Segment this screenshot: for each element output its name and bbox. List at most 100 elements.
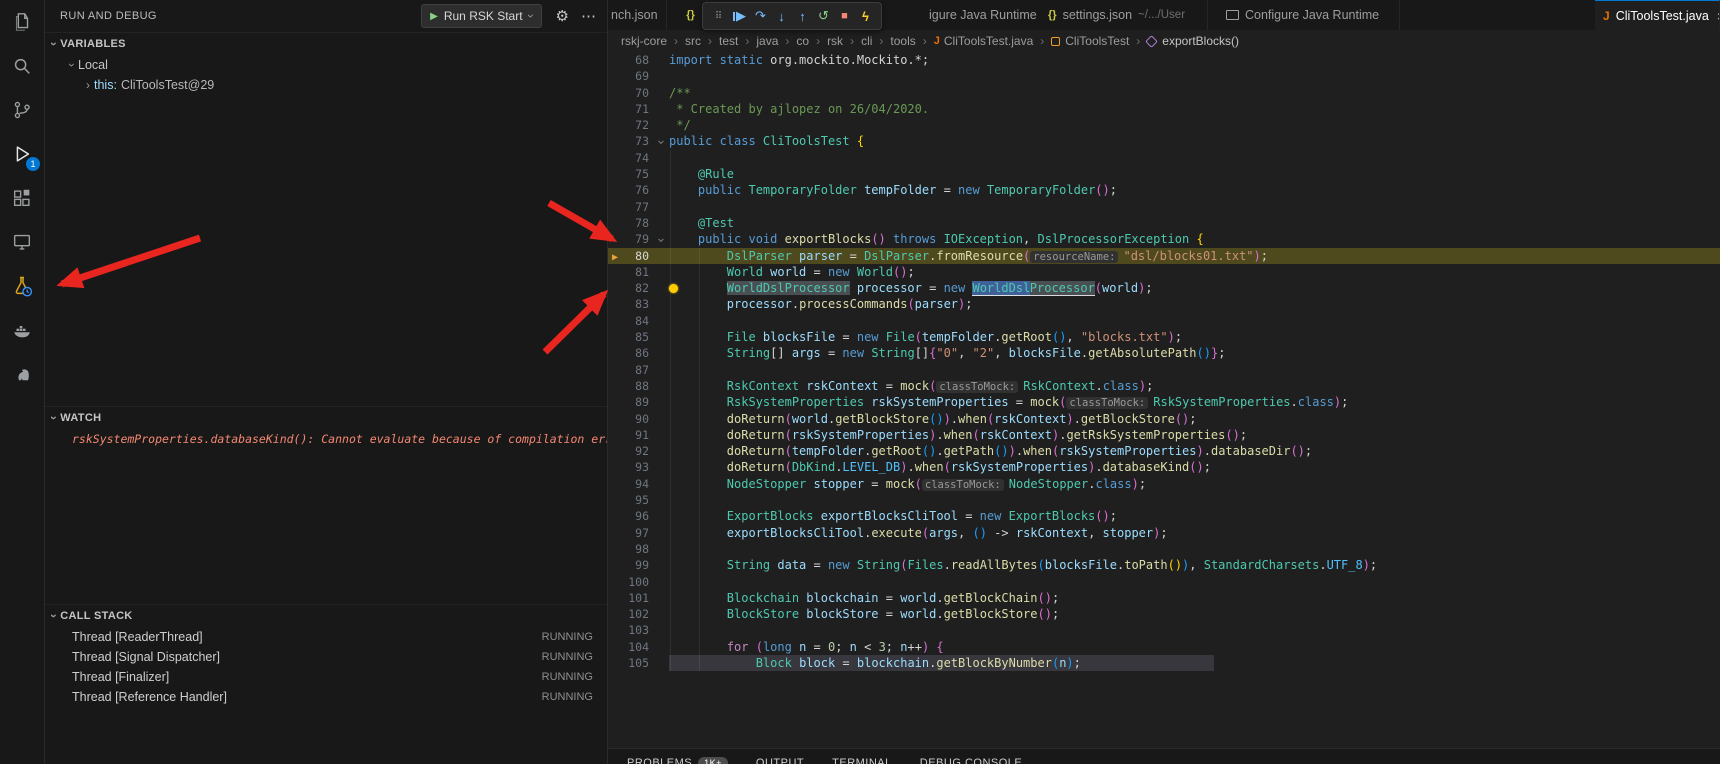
call-stack-header[interactable]: › CALL STACK [44, 604, 607, 627]
code-line[interactable]: 92 doReturn(tempFolder.getRoot().getPath… [607, 443, 1720, 459]
code-line[interactable]: 84 [607, 313, 1720, 329]
breadcrumb-item[interactable]: java [756, 34, 778, 48]
code-line[interactable]: 85 File blocksFile = new File(tempFolder… [607, 329, 1720, 345]
code-line[interactable]: 100 [607, 574, 1720, 590]
fold-icon[interactable]: › [652, 237, 668, 245]
code-editor[interactable]: 68import static org.mockito.Mockito.*;69… [607, 52, 1720, 748]
code-line[interactable]: 91 doReturn(rskSystemProperties).when(rs… [607, 427, 1720, 443]
code-line[interactable]: 101 Blockchain blockchain = world.getBlo… [607, 590, 1720, 606]
step-into-icon[interactable]: ↓ [771, 9, 792, 24]
call-stack-thread-row[interactable]: Thread [Signal Dispatcher]RUNNING [44, 647, 607, 667]
line-number[interactable]: 95 [623, 492, 651, 508]
more-actions-icon[interactable]: ⋯ [581, 7, 597, 25]
code-line[interactable]: 97 exportBlocksCliTool.execute(args, () … [607, 525, 1720, 541]
line-number[interactable]: 101 [623, 590, 651, 606]
code-line[interactable]: 95 [607, 492, 1720, 508]
line-number[interactable]: 90 [623, 411, 651, 427]
start-debug-icon[interactable]: ▶ [430, 11, 438, 22]
code-line[interactable]: 105 Block block = blockchain.getBlockByN… [607, 655, 1720, 671]
line-number[interactable]: 96 [623, 508, 651, 524]
line-number[interactable]: 81 [623, 264, 651, 280]
code-line[interactable]: 93 doReturn(DbKind.LEVEL_DB).when(rskSys… [607, 459, 1720, 475]
panel-tab-terminal[interactable]: TERMINAL [832, 757, 892, 764]
remote-explorer-icon[interactable] [0, 220, 44, 264]
line-number[interactable]: 70 [623, 85, 651, 101]
line-number[interactable]: 69 [623, 68, 651, 84]
code-line[interactable]: 96 ExportBlocks exportBlocksCliTool = ne… [607, 508, 1720, 524]
line-number[interactable]: 73 [623, 133, 651, 149]
variables-header[interactable]: › VARIABLES [44, 32, 607, 55]
source-control-icon[interactable] [0, 88, 44, 132]
restart-icon[interactable]: ↺ [813, 8, 834, 24]
panel-tab-output[interactable]: OUTPUT [756, 757, 804, 764]
run-and-debug-icon[interactable]: 1 [0, 132, 44, 176]
gradle-icon[interactable] [0, 352, 44, 396]
line-number[interactable]: 98 [623, 541, 651, 557]
code-line[interactable]: 75 @Rule [607, 166, 1720, 182]
code-line[interactable]: 104 for (long n = 0; n < 3; n++) { [607, 639, 1720, 655]
line-number[interactable]: 83 [623, 296, 651, 312]
call-stack-thread-row[interactable]: Thread [Finalizer]RUNNING [44, 667, 607, 687]
gear-icon[interactable]: ⚙ [556, 7, 569, 25]
line-number[interactable]: 68 [623, 52, 651, 68]
line-number[interactable]: 102 [623, 606, 651, 622]
code-line[interactable]: 103 [607, 622, 1720, 638]
breadcrumb-item[interactable]: rskj-core [621, 34, 667, 48]
line-number[interactable]: 79 [623, 231, 651, 247]
stop-icon[interactable]: ■ [834, 10, 855, 22]
line-number[interactable]: 89 [623, 394, 651, 410]
docker-icon[interactable] [0, 308, 44, 352]
line-number[interactable]: 85 [623, 329, 651, 345]
breadcrumb-item[interactable]: tools [890, 34, 915, 48]
search-icon[interactable] [0, 44, 44, 88]
variables-scope-local[interactable]: › Local [44, 55, 607, 75]
breadcrumb-item[interactable]: src [685, 34, 701, 48]
breadcrumb-item[interactable]: co [796, 34, 809, 48]
panel-tab-debug-console[interactable]: DEBUG CONSOLE [920, 757, 1022, 764]
code-line[interactable]: 86 String[] args = new String[]{"0", "2"… [607, 345, 1720, 361]
call-stack-thread-row[interactable]: Thread [ReaderThread]RUNNING [44, 627, 607, 647]
code-line[interactable]: 79› public void exportBlocks() throws IO… [607, 231, 1720, 247]
code-line[interactable]: 76 public TemporaryFolder tempFolder = n… [607, 182, 1720, 198]
explorer-icon[interactable] [0, 0, 44, 44]
code-line[interactable]: 71 * Created by ajlopez on 26/04/2020. [607, 101, 1720, 117]
test-explorer-flask-icon[interactable] [0, 264, 44, 308]
code-line[interactable]: 81 World world = new World(); [607, 264, 1720, 280]
breadcrumb-item[interactable]: cli [861, 34, 872, 48]
code-line[interactable]: 94 NodeStopper stopper = mock(classToMoc… [607, 476, 1720, 492]
code-line[interactable]: 70/** [607, 85, 1720, 101]
line-number[interactable]: 105 [623, 655, 651, 671]
line-number[interactable]: 77 [623, 199, 651, 215]
tab-settings-json[interactable]: {} settings.json ~/.../User [1040, 0, 1208, 30]
breadcrumb-class[interactable]: CliToolsTest [1051, 34, 1129, 48]
line-number[interactable]: 97 [623, 525, 651, 541]
line-number[interactable]: 80 [623, 248, 651, 264]
call-stack-thread-row[interactable]: Thread [Reference Handler]RUNNING [44, 687, 607, 707]
line-number[interactable]: 88 [623, 378, 651, 394]
code-line[interactable]: 89 RskSystemProperties rskSystemProperti… [607, 394, 1720, 410]
step-out-icon[interactable]: ↑ [792, 9, 813, 24]
line-number[interactable]: 82 [623, 280, 651, 296]
line-number[interactable]: 75 [623, 166, 651, 182]
code-line[interactable]: 99 String data = new String(Files.readAl… [607, 557, 1720, 573]
breadcrumb-item[interactable]: test [719, 34, 738, 48]
drag-handle-icon[interactable]: ⠿ [708, 11, 729, 22]
continue-icon[interactable]: ▶ [729, 8, 750, 24]
code-line[interactable]: 69 [607, 68, 1720, 84]
code-line[interactable]: ▶80 DslParser parser = DslParser.fromRes… [607, 248, 1720, 264]
tab-launch-json[interactable]: nch.json [607, 0, 667, 30]
code-line[interactable]: 87 [607, 362, 1720, 378]
line-number[interactable]: 78 [623, 215, 651, 231]
line-number[interactable]: 94 [623, 476, 651, 492]
watch-expression[interactable]: rskSystemProperties.databaseKind(): Cann… [44, 429, 607, 449]
tab-configure-java-runtime[interactable]: Configure Java Runtime [1218, 0, 1400, 30]
panel-tab-problems[interactable]: PROBLEMS1K+ [627, 757, 728, 764]
line-number[interactable]: 91 [623, 427, 651, 443]
code-line[interactable]: 102 BlockStore blockStore = world.getBlo… [607, 606, 1720, 622]
run-config-dropdown[interactable]: ▶ Run RSK Start › [421, 4, 541, 28]
code-line[interactable]: 98 [607, 541, 1720, 557]
code-line[interactable]: 74 [607, 150, 1720, 166]
line-number[interactable]: 103 [623, 622, 651, 638]
variable-this-row[interactable]: › this: CliToolsTest@29 [44, 75, 607, 95]
line-number[interactable]: 87 [623, 362, 651, 378]
